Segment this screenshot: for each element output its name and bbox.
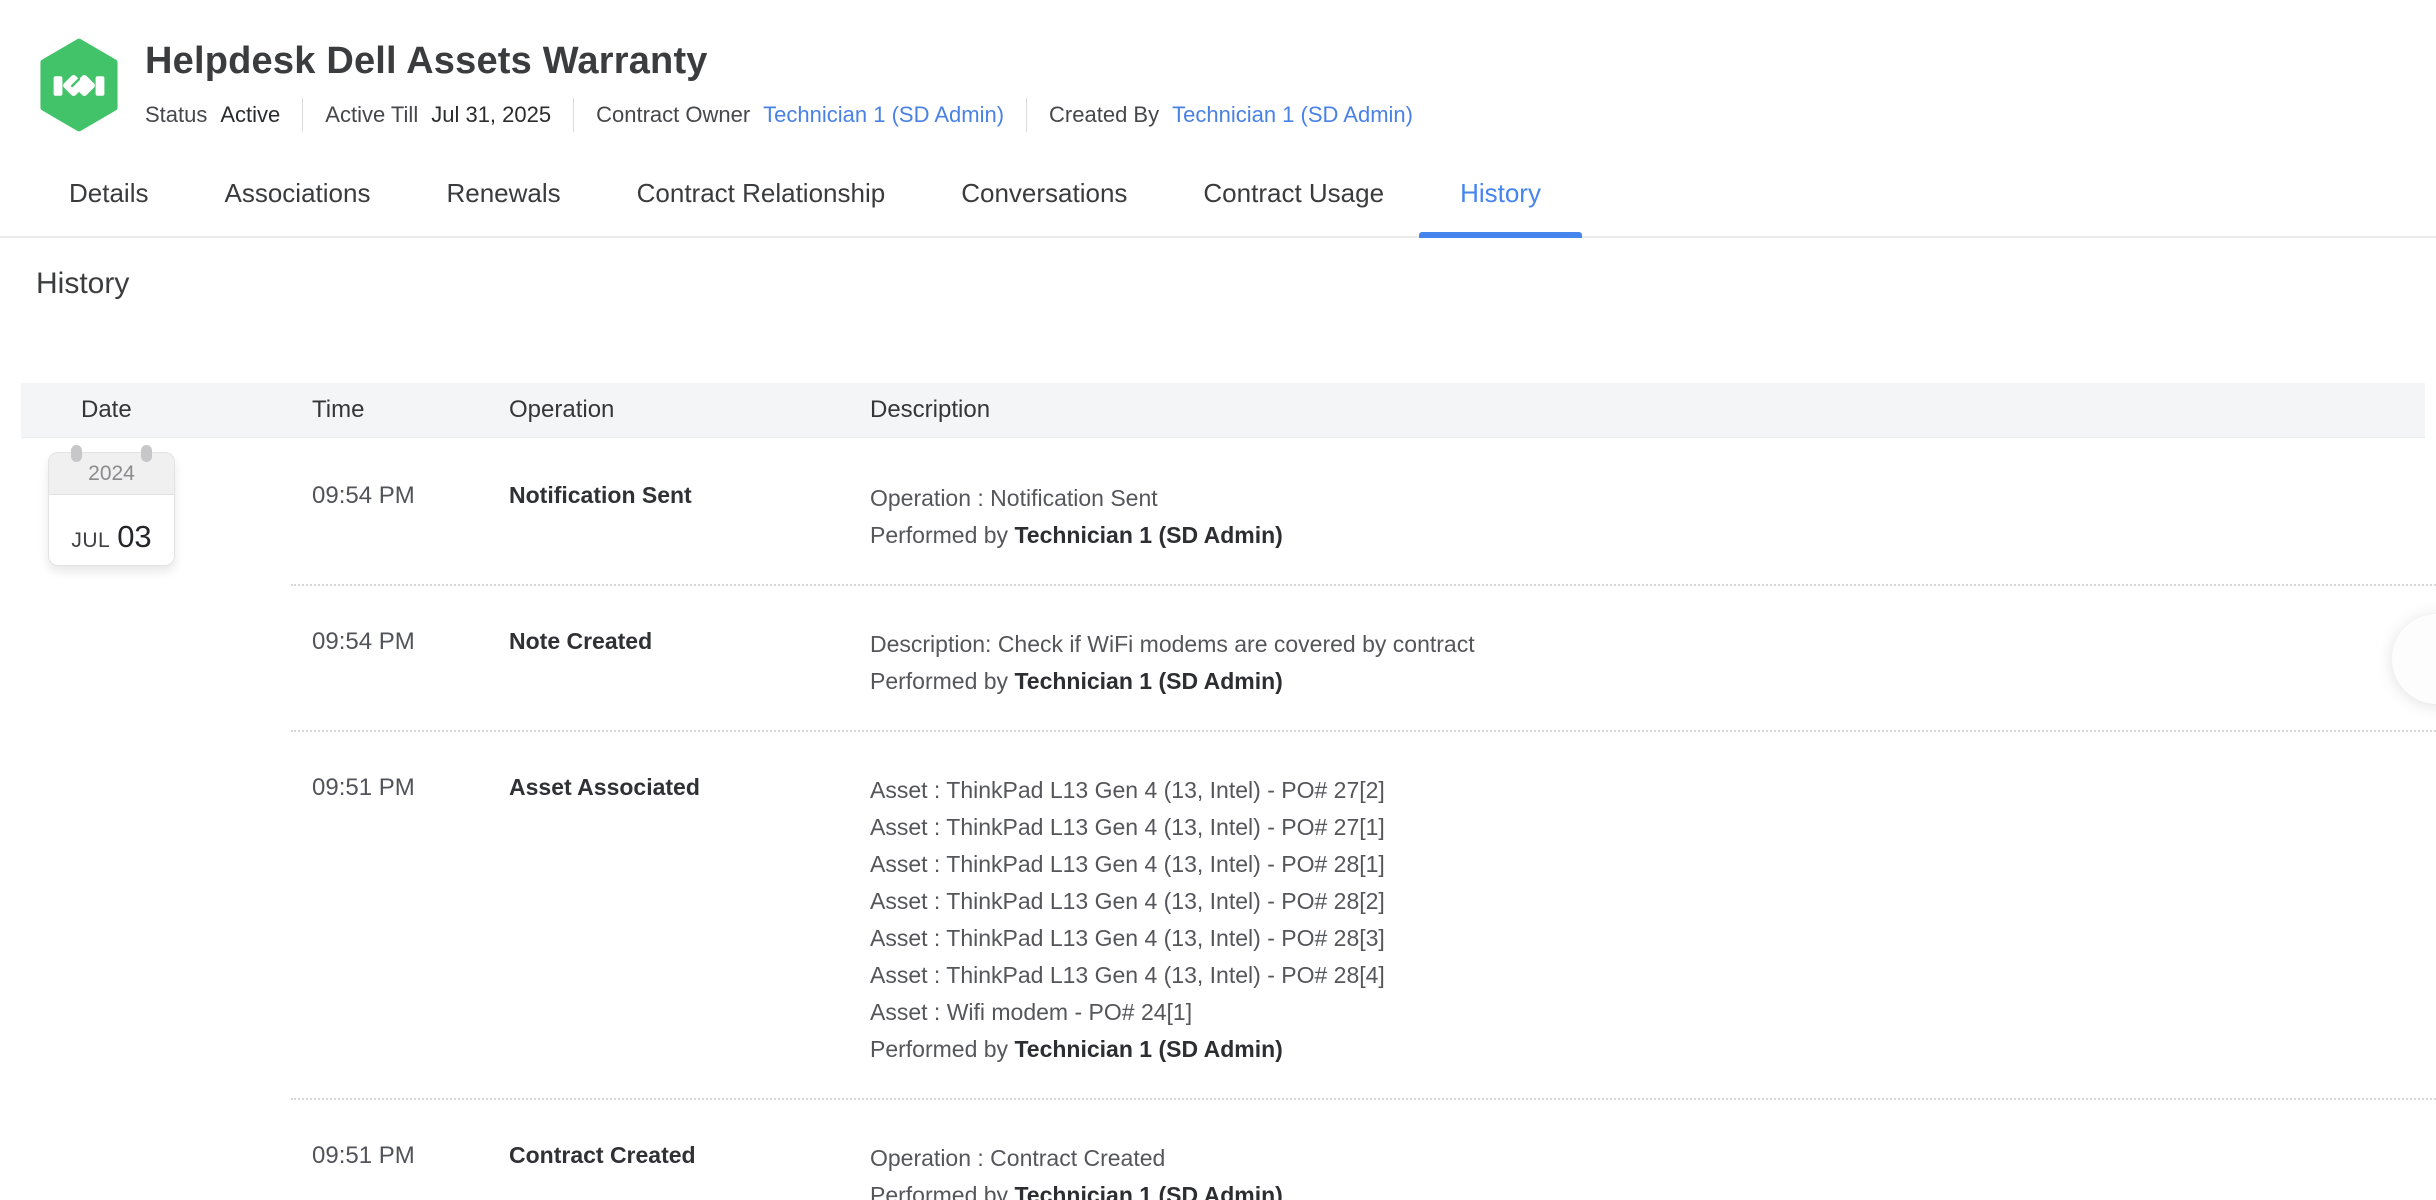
tab-associations[interactable]: Associations: [224, 162, 370, 236]
description-line: Asset : ThinkPad L13 Gen 4 (13, Intel) -…: [870, 920, 2436, 957]
table-header-row: Date Time Operation Description: [21, 383, 2425, 438]
description-line: Asset : ThinkPad L13 Gen 4 (13, Intel) -…: [870, 957, 2436, 994]
contract-owner-link[interactable]: Technician 1 (SD Admin): [763, 102, 1004, 128]
performed-by-name: Technician 1 (SD Admin): [1014, 1036, 1282, 1062]
tab-history[interactable]: History: [1460, 162, 1541, 236]
active-till-group: Active Till Jul 31, 2025: [325, 102, 551, 128]
description-cell: Description: Check if WiFi modems are co…: [870, 626, 2436, 700]
description-line: Asset : Wifi modem - PO# 24[1]: [870, 994, 2436, 1031]
meta-divider: [1026, 98, 1027, 132]
contract-header: Helpdesk Dell Assets Warranty Status Act…: [0, 0, 2436, 132]
tab-label: Details: [69, 178, 148, 208]
tab-label: History: [1460, 178, 1541, 208]
contract-detail-page: Helpdesk Dell Assets Warranty Status Act…: [0, 0, 2436, 1200]
column-header-date: Date: [21, 396, 312, 424]
tab-label: Contract Usage: [1203, 178, 1384, 208]
history-row: 09:51 PM Asset Associated Asset : ThinkP…: [21, 730, 2436, 1098]
header-text: Helpdesk Dell Assets Warranty Status Act…: [145, 36, 1413, 132]
description-cell: Asset : ThinkPad L13 Gen 4 (13, Intel) -…: [870, 772, 2436, 1068]
operation-cell: Asset Associated: [509, 772, 870, 1068]
tab-label: Contract Relationship: [637, 178, 886, 208]
tab-label: Conversations: [961, 178, 1127, 208]
history-row: 09:54 PM Notification Sent Operation : N…: [21, 438, 2436, 584]
history-row: 09:51 PM Contract Created Operation : Co…: [21, 1098, 2436, 1200]
tab-bar: Details Associations Renewals Contract R…: [0, 162, 2436, 238]
time-cell: 09:51 PM: [312, 1140, 509, 1200]
meta-divider: [573, 98, 574, 132]
contract-owner-group: Contract Owner Technician 1 (SD Admin): [596, 102, 1004, 128]
performed-by-line: Performed by Technician 1 (SD Admin): [870, 1031, 2436, 1068]
status-label: Status: [145, 102, 207, 128]
created-by-group: Created By Technician 1 (SD Admin): [1049, 102, 1413, 128]
description-line: Asset : ThinkPad L13 Gen 4 (13, Intel) -…: [870, 846, 2436, 883]
operation-cell: Note Created: [509, 626, 870, 700]
performed-by-line: Performed by Technician 1 (SD Admin): [870, 1177, 2436, 1200]
column-header-operation: Operation: [509, 396, 870, 424]
performed-by-line: Performed by Technician 1 (SD Admin): [870, 517, 2436, 554]
tab-label: Renewals: [446, 178, 560, 208]
history-row: 09:54 PM Note Created Description: Check…: [21, 584, 2436, 730]
section-heading: History: [36, 266, 2436, 302]
created-by-link[interactable]: Technician 1 (SD Admin): [1172, 102, 1413, 128]
time-cell: 09:54 PM: [312, 626, 509, 700]
column-header-time: Time: [312, 396, 509, 424]
operation-cell: Notification Sent: [509, 480, 870, 554]
column-header-description: Description: [870, 396, 2425, 424]
performed-by-name: Technician 1 (SD Admin): [1014, 522, 1282, 548]
tab-label: Associations: [224, 178, 370, 208]
active-till-label: Active Till: [325, 102, 418, 128]
time-cell: 09:54 PM: [312, 480, 509, 554]
active-till-value: Jul 31, 2025: [431, 102, 551, 128]
description-line: Operation : Contract Created: [870, 1140, 2436, 1177]
time-cell: 09:51 PM: [312, 772, 509, 1068]
operation-cell: Contract Created: [509, 1140, 870, 1200]
tab-contract-usage[interactable]: Contract Usage: [1203, 162, 1384, 236]
contract-owner-label: Contract Owner: [596, 102, 750, 128]
date-cell: [21, 626, 312, 700]
performed-by-name: Technician 1 (SD Admin): [1014, 668, 1282, 694]
status-value: Active: [220, 102, 280, 128]
status-group: Status Active: [145, 102, 280, 128]
page-title: Helpdesk Dell Assets Warranty: [145, 38, 1413, 84]
tab-conversations[interactable]: Conversations: [961, 162, 1127, 236]
description-line: Asset : ThinkPad L13 Gen 4 (13, Intel) -…: [870, 809, 2436, 846]
created-by-label: Created By: [1049, 102, 1159, 128]
performed-by-line: Performed by Technician 1 (SD Admin): [870, 663, 2436, 700]
tab-contract-relationship[interactable]: Contract Relationship: [637, 162, 886, 236]
meta-divider: [302, 98, 303, 132]
history-table: Date Time Operation Description 2024 JUL…: [21, 383, 2436, 1200]
table-body: 2024 JUL 03 09:54 PM Notification Sent O…: [21, 438, 2436, 1200]
contract-meta: Status Active Active Till Jul 31, 2025 C…: [145, 98, 1413, 132]
date-cell: [21, 772, 312, 1068]
description-line: Description: Check if WiFi modems are co…: [870, 626, 2436, 663]
tab-details[interactable]: Details: [69, 162, 148, 236]
description-line: Asset : ThinkPad L13 Gen 4 (13, Intel) -…: [870, 772, 2436, 809]
contract-handshake-icon: [38, 38, 120, 132]
description-cell: Operation : Contract CreatedPerformed by…: [870, 1140, 2436, 1200]
description-cell: Operation : Notification SentPerformed b…: [870, 480, 2436, 554]
date-cell: [21, 1140, 312, 1200]
tab-renewals[interactable]: Renewals: [446, 162, 560, 236]
description-line: Asset : ThinkPad L13 Gen 4 (13, Intel) -…: [870, 883, 2436, 920]
date-cell: [21, 480, 312, 554]
description-line: Operation : Notification Sent: [870, 480, 2436, 517]
performed-by-name: Technician 1 (SD Admin): [1014, 1182, 1282, 1200]
